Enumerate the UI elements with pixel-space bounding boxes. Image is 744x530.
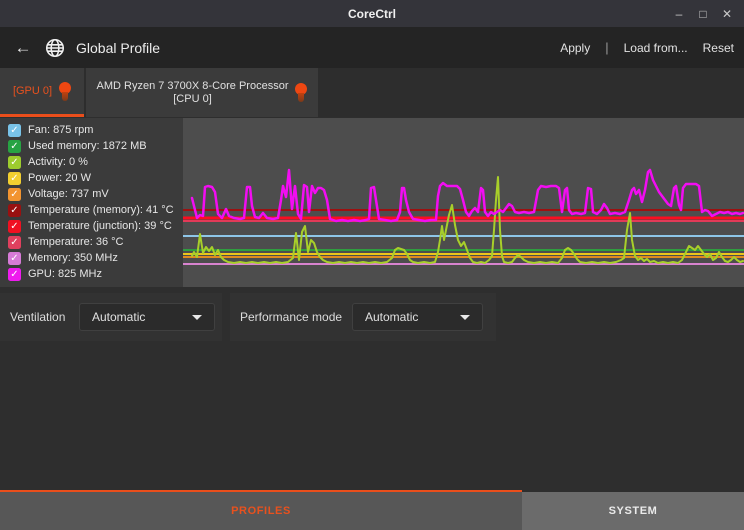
sensor-label: Power: 20 W: [28, 172, 91, 184]
sensor-row: ✓ Fan: 875 rpm: [8, 122, 183, 138]
tab-gpu-0[interactable]: [GPU 0]: [0, 68, 84, 117]
sensor-row: ✓ Power: 20 W: [8, 170, 183, 186]
sensor-checkbox[interactable]: ✓: [8, 219, 21, 233]
tab-cpu-0[interactable]: AMD Ryzen 7 3700X 8-Core Processor [CPU …: [86, 68, 318, 117]
sensor-checkbox[interactable]: ✓: [8, 235, 21, 249]
bottom-tab-bar: PROFILES SYSTEM: [0, 492, 744, 530]
window-title: CoreCtrl: [347, 6, 396, 21]
chevron-down-icon: [460, 314, 470, 320]
sensor-legend-panel: ✓ Fan: 875 rpm ✓ Used memory: 1872 MB ✓ …: [0, 118, 183, 287]
sensor-label: Temperature: 36 °C: [28, 236, 124, 248]
sensor-row: ✓ Temperature: 36 °C: [8, 234, 183, 250]
tab-system[interactable]: SYSTEM: [522, 492, 744, 530]
title-bar: CoreCtrl – □ ✕: [0, 0, 744, 27]
sensor-row: ✓ Temperature (junction): 39 °C: [8, 218, 183, 234]
sensor-checkbox[interactable]: ✓: [8, 187, 21, 201]
sensor-label: Memory: 350 MHz: [28, 252, 118, 264]
close-icon[interactable]: ✕: [718, 5, 736, 23]
sensor-label: Temperature (memory): 41 °C: [28, 204, 174, 216]
sensor-label: Voltage: 737 mV: [28, 188, 109, 200]
sensor-label: Activity: 0 %: [28, 156, 88, 168]
checkmark-icon: ✓: [10, 204, 19, 216]
apply-button[interactable]: Apply: [560, 41, 590, 55]
sensor-row: ✓ Used memory: 1872 MB: [8, 138, 183, 154]
sensor-checkbox[interactable]: ✓: [8, 251, 21, 265]
ventilation-panel: Ventilation Automatic: [0, 293, 222, 341]
performance-mode-panel: Performance mode Automatic: [230, 293, 496, 341]
tab-profiles[interactable]: PROFILES: [0, 492, 522, 530]
sensor-label: Fan: 875 rpm: [28, 124, 94, 136]
sensor-row: ✓ Voltage: 737 mV: [8, 186, 183, 202]
ventilation-value: Automatic: [92, 310, 146, 324]
checkmark-icon: ✓: [10, 236, 19, 248]
sensor-row: ✓ GPU: 825 MHz: [8, 266, 183, 282]
sensor-label: GPU: 825 MHz: [28, 268, 102, 280]
sensor-label: Used memory: 1872 MB: [28, 140, 147, 152]
header-actions: Apply | Load from... Reset: [560, 40, 734, 55]
sensor-checkbox[interactable]: ✓: [8, 139, 21, 153]
sensor-checkbox[interactable]: ✓: [8, 155, 21, 169]
ventilation-select[interactable]: Automatic: [79, 303, 215, 331]
performance-mode-select[interactable]: Automatic: [352, 303, 483, 331]
sensor-checkbox[interactable]: ✓: [8, 123, 21, 137]
back-button[interactable]: ←: [10, 35, 36, 61]
pin-icon: [294, 83, 307, 102]
chevron-down-icon: [192, 314, 202, 320]
reset-button[interactable]: Reset: [703, 41, 734, 55]
main-content: ✓ Fan: 875 rpm ✓ Used memory: 1872 MB ✓ …: [0, 117, 744, 530]
globe-icon: [44, 37, 66, 59]
checkmark-icon: ✓: [10, 124, 19, 136]
sensor-label: Temperature (junction): 39 °C: [28, 220, 172, 232]
ventilation-label: Ventilation: [10, 310, 66, 324]
sensor-row: ✓ Temperature (memory): 41 °C: [8, 202, 183, 218]
series-gpu: [190, 168, 744, 223]
pin-icon: [58, 81, 71, 101]
sensor-checkbox[interactable]: ✓: [8, 203, 21, 217]
window-controls: – □ ✕: [670, 0, 736, 27]
page-title: Global Profile: [76, 39, 161, 56]
header: ← Global Profile Apply | Load from... Re…: [0, 27, 744, 68]
maximize-icon[interactable]: □: [694, 5, 712, 23]
tab-gpu-label: [GPU 0]: [12, 85, 53, 97]
checkmark-icon: ✓: [10, 220, 19, 232]
device-tab-bar: [GPU 0] AMD Ryzen 7 3700X 8-Core Process…: [0, 68, 744, 117]
checkmark-icon: ✓: [10, 252, 19, 264]
sensor-row: ✓ Memory: 350 MHz: [8, 250, 183, 266]
sensor-history-graph: [183, 118, 744, 287]
sensor-row: ✓ Activity: 0 %: [8, 154, 183, 170]
checkmark-icon: ✓: [10, 140, 19, 152]
tab-cpu-label: AMD Ryzen 7 3700X 8-Core Processor [CPU …: [96, 79, 289, 105]
performance-mode-value: Automatic: [365, 310, 419, 324]
sensor-checkbox[interactable]: ✓: [8, 267, 21, 281]
minimize-icon[interactable]: –: [670, 5, 688, 23]
checkmark-icon: ✓: [10, 172, 19, 184]
checkmark-icon: ✓: [10, 188, 19, 200]
separator: |: [605, 40, 609, 55]
load-from-button[interactable]: Load from...: [624, 41, 688, 55]
performance-mode-label: Performance mode: [240, 310, 343, 324]
sensor-checkbox[interactable]: ✓: [8, 171, 21, 185]
checkmark-icon: ✓: [10, 156, 19, 168]
checkmark-icon: ✓: [10, 268, 19, 280]
